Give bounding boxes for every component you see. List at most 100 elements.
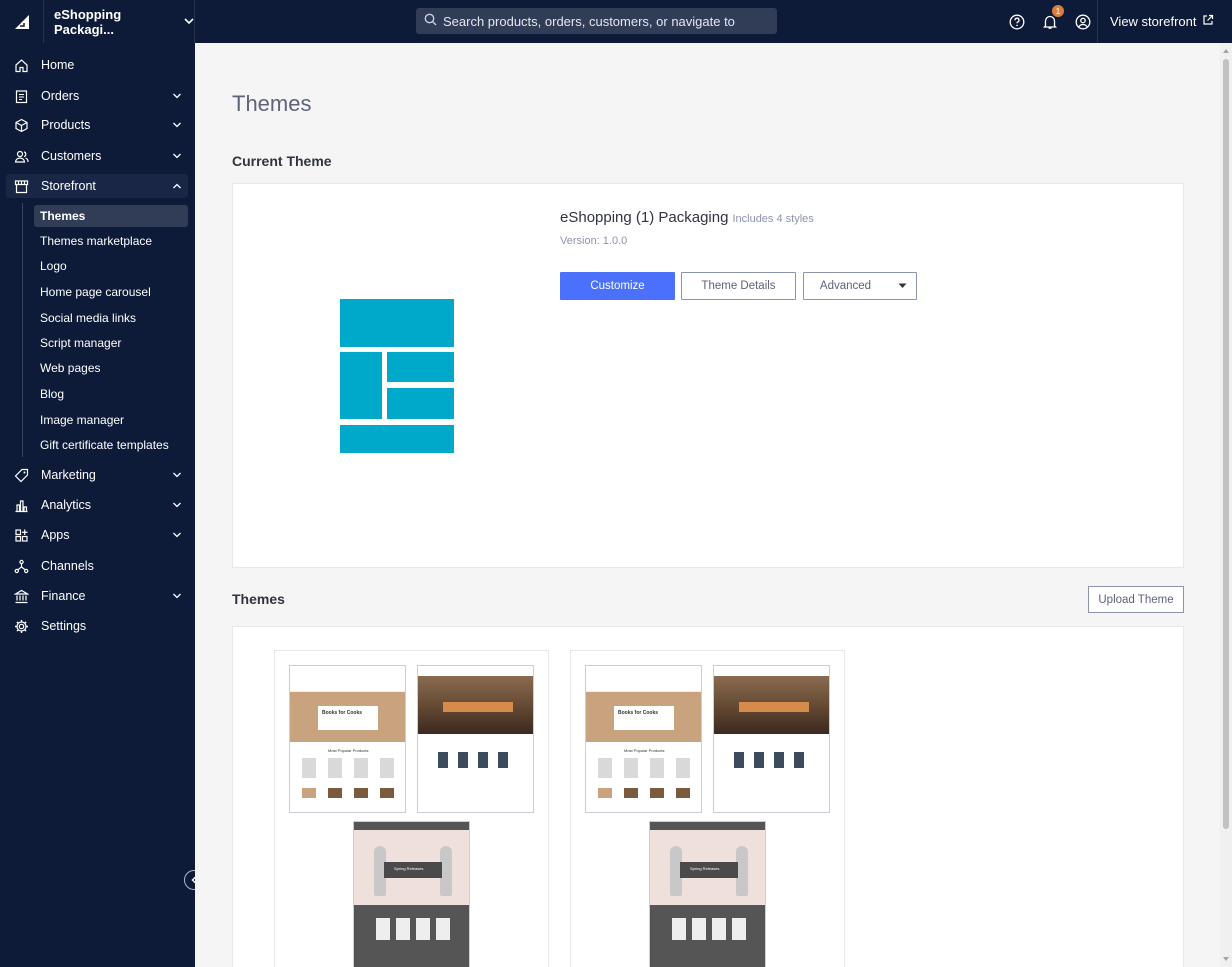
theme-card[interactable]: Books for Cooks Most Popular Products Sp… xyxy=(274,650,549,967)
sidebar-item-label: Orders xyxy=(41,89,80,103)
theme-name-text: eShopping (1) Packaging xyxy=(560,209,729,226)
chevron-down-icon xyxy=(172,469,182,483)
page-title: Themes xyxy=(232,91,312,116)
top-icons: 1 xyxy=(1000,0,1099,43)
scroll-down-icon xyxy=(1223,957,1229,961)
channels-icon xyxy=(13,558,29,574)
search-input[interactable]: Search products, orders, customers, or n… xyxy=(416,8,777,34)
sidebar-item-finance[interactable]: Finance xyxy=(6,584,188,608)
products-icon xyxy=(13,117,29,133)
sidebar-subitem-image-manager[interactable]: Image manager xyxy=(34,409,188,431)
advanced-label: Advanced xyxy=(819,280,872,292)
sidebar-item-settings[interactable]: Settings xyxy=(6,614,188,638)
sidebar-item-analytics[interactable]: Analytics xyxy=(6,493,188,517)
scroll-thumb[interactable] xyxy=(1223,59,1229,829)
theme-styles-count: Includes 4 styles xyxy=(732,213,814,225)
customize-button[interactable]: Customize xyxy=(560,272,675,300)
chevron-down-icon xyxy=(172,529,182,543)
apps-icon xyxy=(13,527,29,543)
sidebar-subitem-blog[interactable]: Blog xyxy=(34,383,188,405)
notification-badge: 1 xyxy=(1052,5,1064,17)
theme-preview-image xyxy=(713,665,830,813)
sidebar-subitem-themes-marketplace[interactable]: Themes marketplace xyxy=(34,230,188,252)
notifications-bell-icon[interactable]: 1 xyxy=(1033,0,1066,43)
bigcommerce-logo-icon[interactable] xyxy=(0,0,44,43)
thumb-text-spring: Spring Releases xyxy=(690,866,720,871)
themes-heading: Themes xyxy=(232,591,285,607)
thumb-text-cooks: Books for Cooks xyxy=(618,710,659,716)
sidebar-item-orders[interactable]: Orders xyxy=(6,84,188,108)
sidebar-subitem-script-manager[interactable]: Script manager xyxy=(34,332,188,354)
chevron-down-icon xyxy=(172,119,182,133)
view-storefront-label: View storefront xyxy=(1110,14,1197,29)
theme-preview-image: Spring Releases xyxy=(649,821,766,967)
sidebar: Home Orders Products Customers Storefron… xyxy=(0,43,195,967)
chevron-down-icon xyxy=(172,590,182,604)
chevron-down-icon xyxy=(172,499,182,513)
sidebar-item-label: Finance xyxy=(41,589,86,603)
sidebar-subitem-home-page-carousel[interactable]: Home page carousel xyxy=(34,281,188,303)
store-selector[interactable]: eShopping Packagi... xyxy=(44,0,195,43)
thumb-text-popular: Most Popular Products xyxy=(624,748,665,753)
sidebar-item-apps[interactable]: Apps xyxy=(6,523,188,547)
search-placeholder: Search products, orders, customers, or n… xyxy=(443,13,735,29)
theme-thumbnail-icon xyxy=(340,299,454,453)
scroll-up-icon xyxy=(1223,49,1229,53)
sidebar-item-channels[interactable]: Channels xyxy=(6,554,188,578)
thumb-text-cooks: Books for Cooks xyxy=(322,710,363,716)
themes-list-card: Books for Cooks Most Popular Products Sp… xyxy=(232,626,1184,967)
external-link-icon xyxy=(1196,14,1214,29)
chevron-down-icon xyxy=(184,14,194,29)
sidebar-item-customers[interactable]: Customers xyxy=(6,144,188,168)
upload-theme-button[interactable]: Upload Theme xyxy=(1088,586,1184,613)
sidebar-item-label: Channels xyxy=(41,559,94,573)
orders-icon xyxy=(13,88,29,104)
theme-preview-image: Books for Cooks Most Popular Products xyxy=(289,665,406,813)
sidebar-item-marketing[interactable]: Marketing xyxy=(6,463,188,487)
finance-icon xyxy=(13,588,29,604)
sidebar-item-label: Customers xyxy=(41,149,102,163)
chevron-down-icon xyxy=(172,150,182,164)
submenu-line xyxy=(22,203,23,457)
sidebar-item-label: Storefront xyxy=(41,179,96,193)
help-icon[interactable] xyxy=(1000,0,1033,43)
advanced-dropdown-button[interactable]: Advanced xyxy=(803,272,917,300)
storefront-icon xyxy=(13,178,29,194)
chevron-up-icon xyxy=(172,180,182,194)
theme-preview-image: Spring Releases xyxy=(353,821,470,967)
store-name: eShopping Packagi... xyxy=(54,6,122,37)
sidebar-subitem-themes[interactable]: Themes xyxy=(34,205,188,227)
theme-card[interactable]: Books for Cooks Most Popular Products Sp… xyxy=(570,650,845,967)
theme-version: Version: 1.0.0 xyxy=(560,235,628,247)
sidebar-item-label: Home xyxy=(41,58,75,72)
thumb-text-popular: Most Popular Products xyxy=(328,748,369,753)
sidebar-subitem-gift-certificate-templates[interactable]: Gift certificate templates xyxy=(34,434,188,456)
marketing-icon xyxy=(13,467,29,483)
theme-preview-image: Books for Cooks Most Popular Products xyxy=(585,665,702,813)
theme-preview-image xyxy=(417,665,534,813)
sidebar-item-storefront[interactable]: Storefront xyxy=(6,174,188,198)
view-storefront-link[interactable]: View storefront xyxy=(1097,0,1214,43)
theme-details-button[interactable]: Theme Details xyxy=(681,272,796,300)
search-icon xyxy=(424,13,443,29)
caret-down-icon xyxy=(888,273,916,299)
main-content: Themes Current Theme eShopping (1) Packa… xyxy=(195,43,1220,967)
settings-icon xyxy=(13,618,29,634)
sidebar-subitem-social-media-links[interactable]: Social media links xyxy=(34,307,188,329)
sidebar-item-label: Products xyxy=(41,118,91,132)
sidebar-item-label: Apps xyxy=(41,528,70,542)
sidebar-item-label: Settings xyxy=(41,619,87,633)
current-theme-card: eShopping (1) Packaging Includes 4 styles… xyxy=(232,183,1184,568)
customers-icon xyxy=(13,148,29,164)
sidebar-subitem-logo[interactable]: Logo xyxy=(34,255,188,277)
sidebar-subitem-web-pages[interactable]: Web pages xyxy=(34,357,188,379)
theme-name: eShopping (1) Packaging Includes 4 styles xyxy=(560,209,814,226)
page-scrollbar[interactable] xyxy=(1220,43,1232,967)
sidebar-item-home[interactable]: Home xyxy=(6,53,188,77)
analytics-icon xyxy=(13,497,29,513)
thumb-text-spring: Spring Releases xyxy=(394,866,424,871)
top-bar: eShopping Packagi... Search products, or… xyxy=(0,0,1232,43)
chevron-down-icon xyxy=(172,90,182,104)
account-icon[interactable] xyxy=(1066,0,1099,43)
sidebar-item-products[interactable]: Products xyxy=(6,113,188,137)
